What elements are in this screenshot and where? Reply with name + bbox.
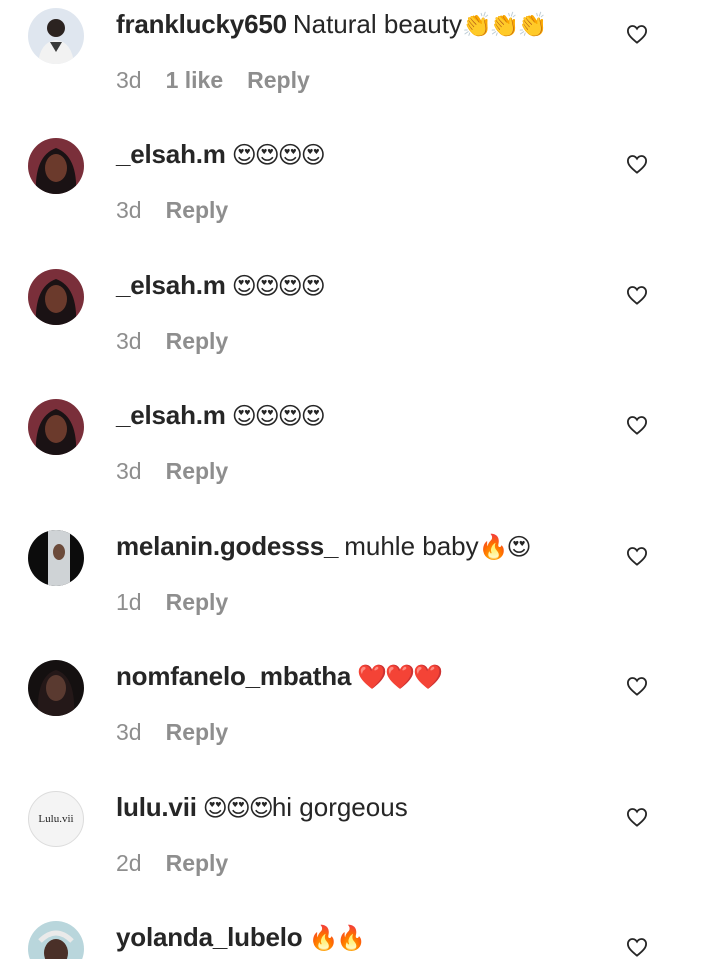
heart-icon[interactable] [626, 24, 648, 44]
heart-icon[interactable] [626, 546, 648, 566]
reply-button[interactable]: Reply [166, 850, 229, 876]
reply-button[interactable]: Reply [166, 197, 229, 223]
comment-time: 3d [116, 67, 142, 93]
avatar[interactable] [28, 269, 84, 325]
comment-time: 3d [116, 719, 142, 745]
heart-icon[interactable] [626, 937, 648, 957]
reply-button[interactable]: Reply [247, 67, 310, 93]
comment-emoji: ❤️❤️❤️ [357, 664, 443, 691]
username[interactable]: yolanda_lubelo [116, 922, 303, 952]
avatar[interactable] [28, 8, 84, 64]
comment-time: 3d [116, 197, 142, 223]
comment-emoji: 😍😍😍😍 [231, 273, 326, 300]
heart-icon[interactable] [626, 807, 648, 827]
username[interactable]: _elsah.m [116, 139, 226, 169]
username[interactable]: lulu.vii [116, 792, 197, 822]
username[interactable]: _elsah.m [116, 400, 226, 430]
reply-button[interactable]: Reply [166, 328, 229, 354]
username[interactable]: nomfanelo_mbatha [116, 661, 351, 691]
comment-emoji: 😍😍😍😍 [231, 403, 326, 430]
avatar-text: Lulu.vii [38, 813, 74, 825]
likes-count[interactable]: 1 like [166, 67, 224, 93]
comment-time: 3d [116, 458, 142, 484]
comment-item: _elsah.m 😍😍😍😍 3d Reply [0, 130, 720, 260]
reply-button[interactable]: Reply [166, 458, 229, 484]
comment-emoji: 😍😍😍😍 [231, 142, 326, 169]
heart-icon[interactable] [626, 285, 648, 305]
comment-emoji: 😍😍😍 [202, 795, 274, 822]
comment-emoji: 👏👏👏 [461, 12, 548, 39]
username[interactable]: franklucky650 [116, 9, 287, 39]
comment-item: franklucky650 Natural beauty👏👏👏 3d 1 like R… [0, 0, 720, 130]
avatar[interactable] [28, 921, 84, 959]
comment-time: 1d [116, 589, 142, 615]
comment-time: 3d [116, 328, 142, 354]
comment-text: hi gorgeous [271, 792, 408, 822]
comment-item: Lulu.vii lulu.vii 😍😍😍hi gorgeous 2d Reply [0, 783, 720, 913]
reply-button[interactable]: Reply [166, 719, 229, 745]
comment-emoji: 🔥😍 [478, 534, 532, 561]
comment-item: _elsah.m 😍😍😍😍 3d Reply [0, 391, 720, 521]
comment-item: nomfanelo_mbatha ❤️❤️❤️ 3d Reply [0, 652, 720, 782]
comment-text: Natural beauty [292, 9, 462, 39]
heart-icon[interactable] [626, 154, 648, 174]
comment-item: _elsah.m 😍😍😍😍 3d Reply [0, 261, 720, 391]
heart-icon[interactable] [626, 415, 648, 435]
username[interactable]: _elsah.m [116, 270, 226, 300]
username[interactable]: melanin.godesss_ [116, 531, 338, 561]
avatar[interactable] [28, 138, 84, 194]
comment-item: melanin.godesss_ muhle baby🔥😍 1d Reply [0, 522, 720, 652]
avatar[interactable] [28, 530, 84, 586]
avatar[interactable] [28, 399, 84, 455]
heart-icon[interactable] [626, 676, 648, 696]
avatar[interactable]: Lulu.vii [28, 791, 84, 847]
comment-text: muhle baby [344, 531, 479, 561]
comment-item: yolanda_lubelo 🔥🔥 [0, 913, 720, 959]
comment-time: 2d [116, 850, 142, 876]
reply-button[interactable]: Reply [166, 589, 229, 615]
avatar[interactable] [28, 660, 84, 716]
comment-emoji: 🔥🔥 [308, 925, 366, 952]
